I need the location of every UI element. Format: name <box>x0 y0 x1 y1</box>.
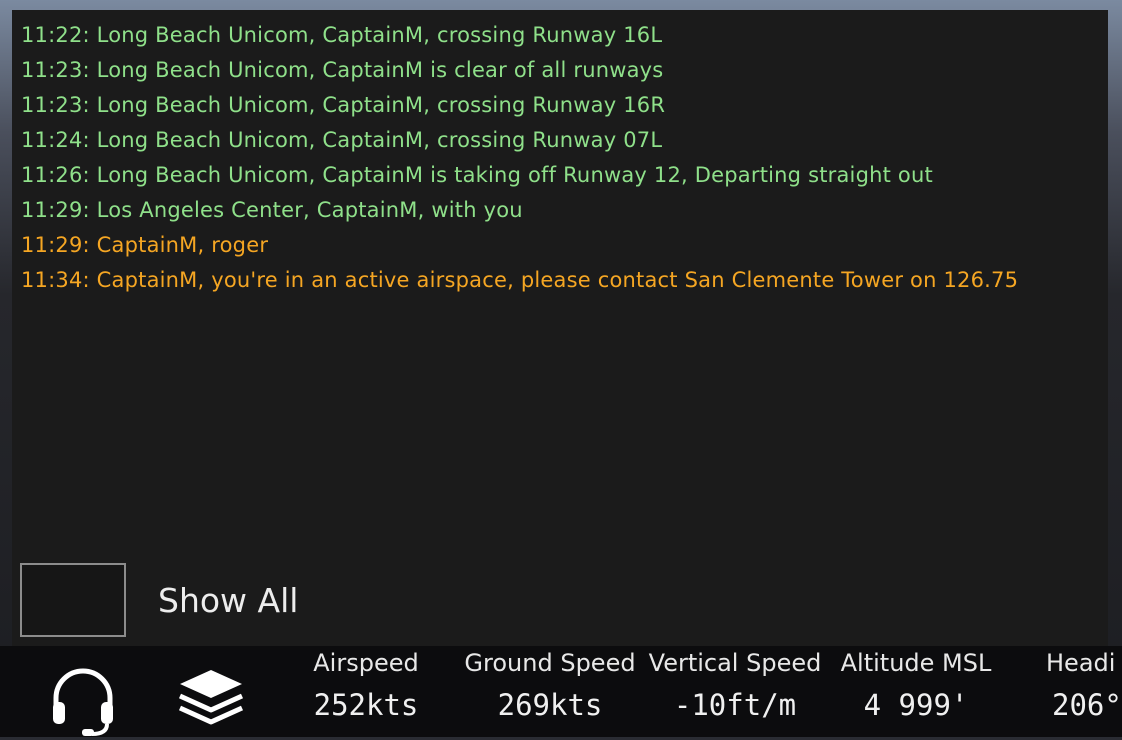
flight-info-bar: Airspeed 252kts Ground Speed 269kts Vert… <box>0 646 1122 737</box>
ground-speed-value: 269kts <box>497 688 603 722</box>
show-all-checkbox[interactable] <box>20 563 126 637</box>
message-line: 11:23: Long Beach Unicom, CaptainM is cl… <box>21 58 664 82</box>
vertical-speed-readout: Vertical Speed -10ft/m <box>646 646 824 730</box>
heading-value: 206° <box>1052 688 1122 722</box>
layers-icon[interactable] <box>176 666 246 736</box>
message-line: 11:29: Los Angeles Center, CaptainM, wit… <box>21 198 523 222</box>
message-line: 11:26: Long Beach Unicom, CaptainM is ta… <box>21 163 933 187</box>
message-line: 11:23: Long Beach Unicom, CaptainM, cros… <box>21 93 666 117</box>
message-line: 11:22: Long Beach Unicom, CaptainM, cros… <box>21 23 663 47</box>
atc-chat-panel: 11:22: Long Beach Unicom, CaptainM, cros… <box>12 10 1108 646</box>
ground-speed-label: Ground Speed <box>464 649 636 677</box>
airspeed-readout: Airspeed 252kts <box>306 646 426 730</box>
heading-label: Headi <box>1046 649 1116 677</box>
altitude-msl-readout: Altitude MSL 4 999' <box>836 646 996 730</box>
heading-readout: Headi 206° <box>1046 646 1122 730</box>
message-line: 11:24: Long Beach Unicom, CaptainM, cros… <box>21 128 663 152</box>
headset-icon[interactable] <box>48 666 118 736</box>
show-all-label: Show All <box>158 580 299 620</box>
vertical-speed-label: Vertical Speed <box>648 649 822 677</box>
vertical-speed-value: -10ft/m <box>673 688 797 722</box>
ground-speed-readout: Ground Speed 269kts <box>462 646 638 730</box>
message-list: 11:22: Long Beach Unicom, CaptainM, cros… <box>21 18 1098 298</box>
show-all-toggle[interactable]: Show All <box>20 563 298 637</box>
message-line: 11:29: CaptainM, roger <box>21 233 269 257</box>
airspeed-label: Airspeed <box>313 649 419 677</box>
message-line: 11:34: CaptainM, you're in an active air… <box>21 268 1019 292</box>
airspeed-value: 252kts <box>313 688 419 722</box>
altitude-msl-label: Altitude MSL <box>840 649 992 677</box>
altitude-msl-value: 4 999' <box>863 688 969 722</box>
